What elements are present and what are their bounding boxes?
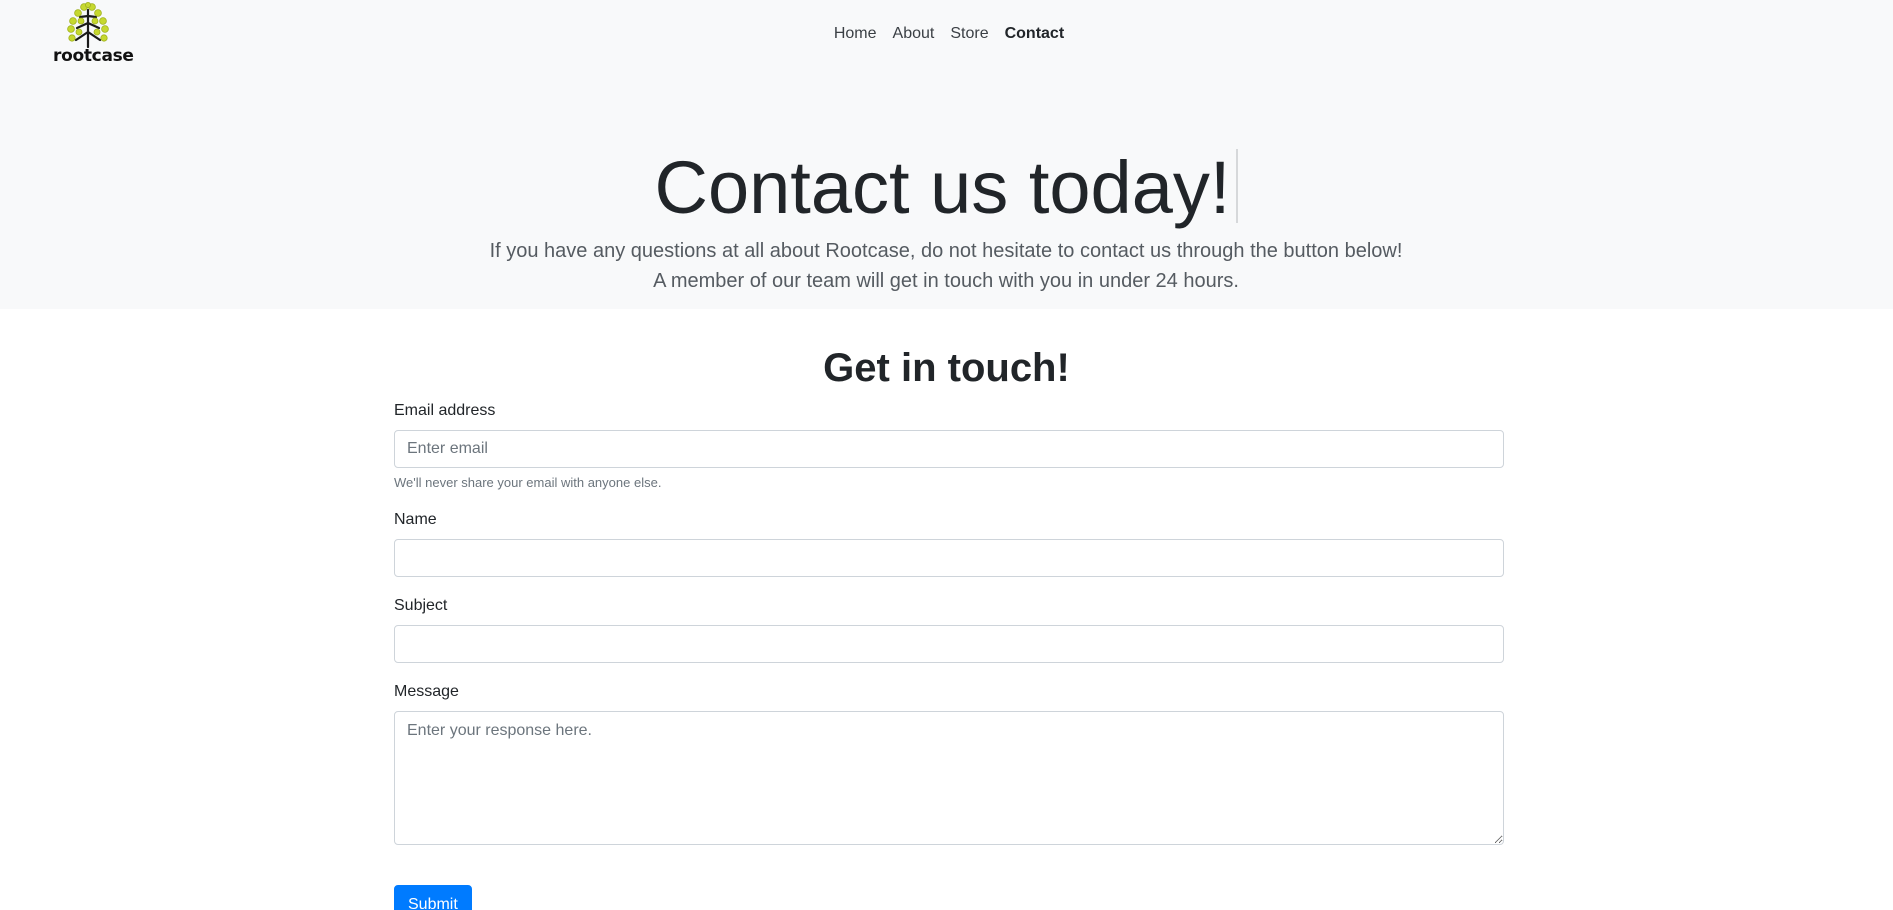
form-title: Get in touch! (823, 346, 1070, 390)
submit-button[interactable]: Submit (394, 885, 472, 910)
header-hero-band: rootcase Home About Store Contact Contac… (0, 0, 1893, 309)
email-help-text: We'll never share your email with anyone… (394, 475, 662, 490)
email-field[interactable] (394, 430, 1504, 468)
hero-title: Contact us today! (0, 146, 1893, 230)
brand-name: rootcase (53, 46, 134, 66)
message-label: Message (394, 683, 459, 700)
contact-page: rootcase Home About Store Contact Contac… (0, 0, 1893, 910)
name-field[interactable] (394, 539, 1504, 577)
nav-link-home[interactable]: Home (826, 21, 885, 47)
name-label: Name (394, 511, 437, 528)
hero-title-text: Contact us today! (654, 146, 1231, 229)
message-field[interactable] (394, 711, 1504, 845)
nav-link-store[interactable]: Store (942, 21, 996, 47)
main-nav: Home About Store Contact (0, 21, 1893, 47)
subject-label: Subject (394, 597, 448, 614)
hero-lead: If you have any questions at all about R… (489, 240, 1403, 292)
text-cursor (1236, 149, 1239, 223)
email-label: Email address (394, 402, 496, 419)
subject-field[interactable] (394, 625, 1504, 663)
nav-link-contact[interactable]: Contact (997, 21, 1073, 47)
nav-link-about[interactable]: About (885, 21, 943, 47)
